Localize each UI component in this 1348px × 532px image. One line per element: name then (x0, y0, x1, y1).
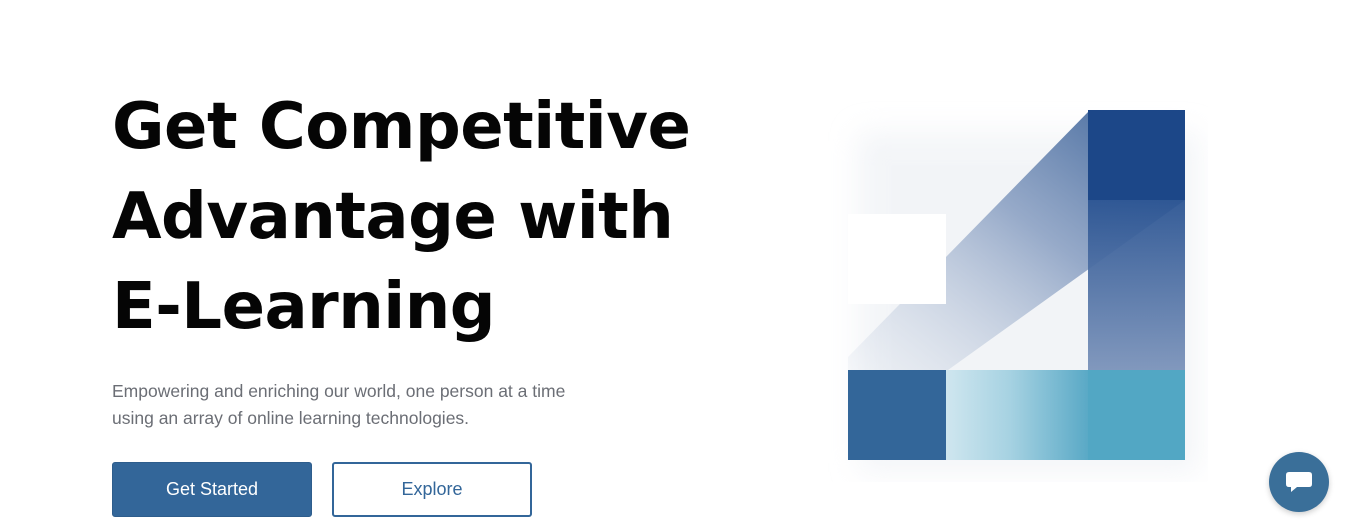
graphic-teal-bar (946, 370, 1088, 460)
hero-title-line-1: Get Competitive (112, 90, 691, 164)
graphic-bottom-left-square (848, 370, 946, 460)
graphic-teal-square (1088, 370, 1185, 460)
hero-title-line-2: Advantage with (112, 180, 674, 254)
graphic-stem (1088, 200, 1185, 370)
hero-title-line-3: E-Learning (112, 270, 496, 344)
explore-button[interactable]: Explore (332, 462, 532, 517)
graphic-white-square (848, 214, 946, 304)
chat-button[interactable] (1269, 452, 1329, 512)
chat-bubble-icon (1286, 472, 1312, 492)
graphic-top-square (1088, 110, 1185, 200)
get-started-button[interactable]: Get Started (112, 462, 312, 517)
brand-4-logo-graphic (848, 110, 1198, 472)
hero-text-block: Get Competitive Advantage with E-Learnin… (112, 82, 732, 352)
hero-subtitle-line-1: Empowering and enriching our world, one … (112, 381, 566, 401)
hero-subtitle-line-2: using an array of online learning techno… (112, 408, 470, 428)
hero-title: Get Competitive Advantage with E-Learnin… (112, 82, 732, 352)
hero-subtitle: Empowering and enriching our world, one … (112, 378, 632, 432)
brand-logo-graphic (828, 92, 1208, 482)
